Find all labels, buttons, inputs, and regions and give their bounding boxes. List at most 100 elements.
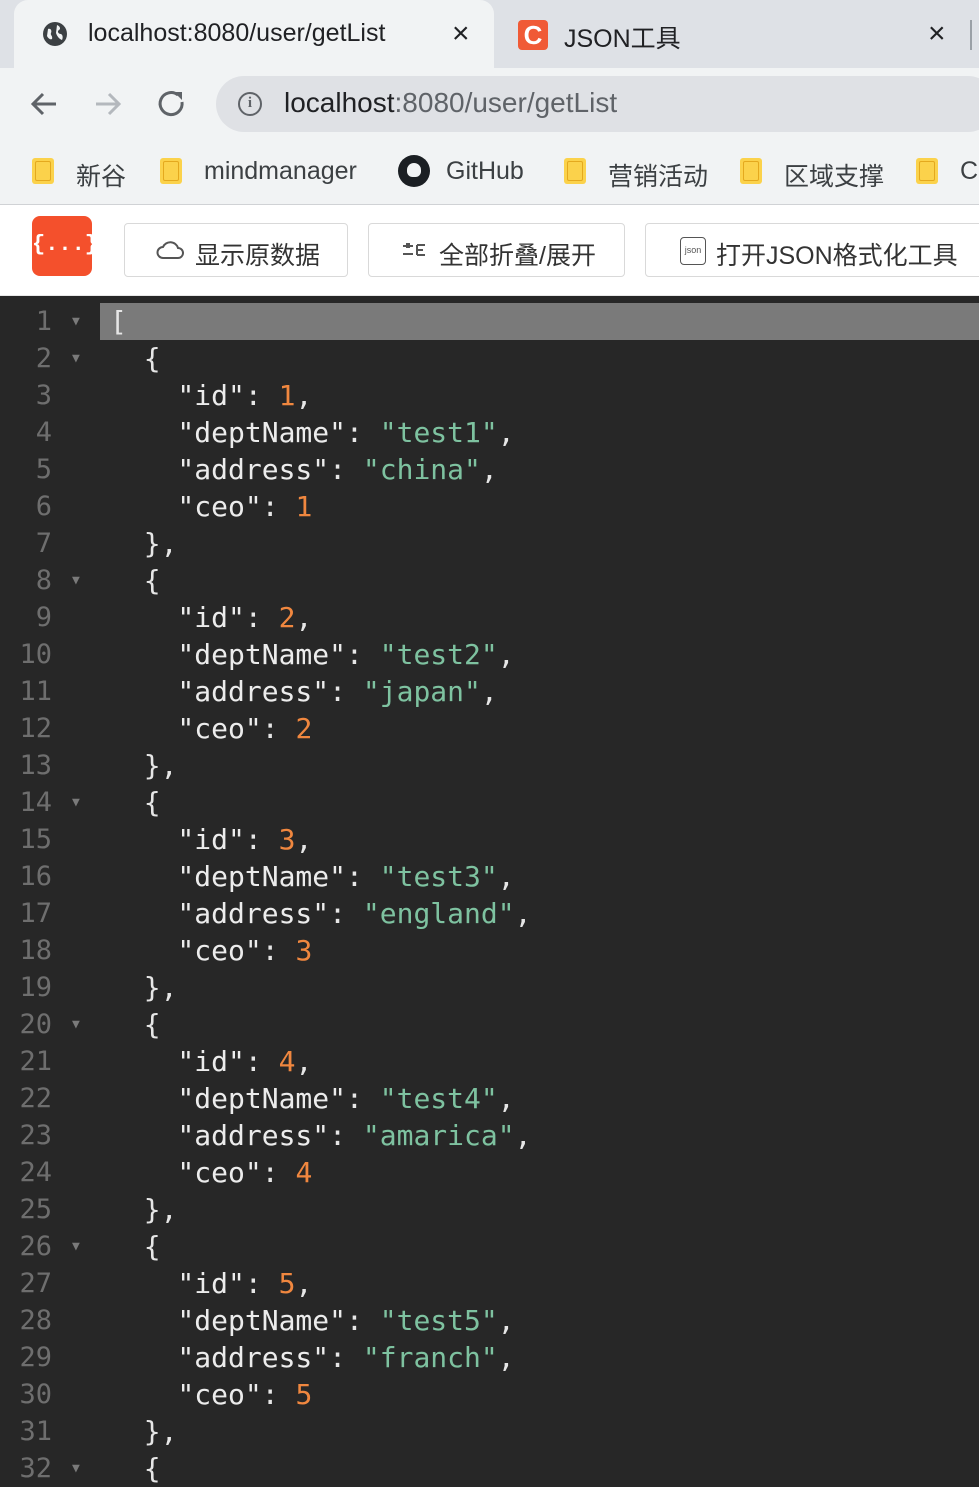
line-number: 28 bbox=[19, 1305, 52, 1336]
code-line: 7 }, bbox=[0, 525, 979, 562]
bookmark-label: Cl bbox=[960, 157, 979, 185]
fold-all-button[interactable]: 全部折叠/展开 bbox=[368, 223, 625, 277]
code-text: { bbox=[110, 1008, 161, 1041]
line-number: 18 bbox=[19, 935, 52, 966]
json-value: "test4" bbox=[379, 1082, 498, 1115]
json-value: "japan" bbox=[362, 675, 481, 708]
code-line: 16 "deptName": "test3", bbox=[0, 858, 979, 895]
open-formatter-button[interactable]: json 打开JSON格式化工具 bbox=[645, 223, 979, 277]
line-number: 2 bbox=[35, 343, 52, 374]
tab-title: JSON工具 bbox=[564, 25, 681, 53]
line-number: 10 bbox=[19, 639, 52, 670]
fold-toggle-icon[interactable]: ▼ bbox=[72, 303, 80, 340]
code-text: }, bbox=[110, 1193, 178, 1226]
line-number: 24 bbox=[19, 1157, 52, 1188]
url-host: localhost bbox=[284, 87, 395, 118]
tab-active[interactable]: localhost:8080/user/getList × bbox=[14, 0, 494, 68]
line-number: 6 bbox=[35, 491, 52, 522]
json-tool-bar: {...} 显示原数据 全部折叠/展开 json 打开JSON格式化工具 bbox=[0, 205, 979, 296]
folder-icon bbox=[564, 158, 586, 184]
fold-toggle-icon[interactable]: ▼ bbox=[72, 1006, 80, 1043]
line-number: 14 bbox=[19, 787, 52, 818]
code-text: "id": 1, bbox=[110, 379, 313, 412]
line-number: 3 bbox=[35, 380, 52, 411]
code-line: 1 ▼ [ bbox=[0, 303, 979, 340]
forward-arrow-icon[interactable] bbox=[84, 80, 132, 128]
csdn-icon: C bbox=[518, 20, 548, 50]
json-value: "test5" bbox=[379, 1304, 498, 1337]
code-line: 15 "id": 3, bbox=[0, 821, 979, 858]
code-text: }, bbox=[110, 1415, 178, 1448]
code-line: 30 "ceo": 5 bbox=[0, 1376, 979, 1413]
tab-json-tool[interactable]: C JSON工具 × bbox=[496, 0, 968, 68]
code-line: 21 "id": 4, bbox=[0, 1043, 979, 1080]
code-line: 8 ▼ { bbox=[0, 562, 979, 599]
show-raw-label: 显示原数据 bbox=[195, 242, 321, 270]
code-text: [ bbox=[100, 303, 979, 340]
line-number: 17 bbox=[19, 898, 52, 929]
code-text: "id": 2, bbox=[110, 601, 313, 634]
fold-toggle-icon[interactable]: ▼ bbox=[72, 1228, 80, 1265]
reload-icon[interactable] bbox=[148, 80, 196, 128]
fold-toggle-icon[interactable]: ▼ bbox=[72, 562, 80, 599]
line-number: 15 bbox=[19, 824, 52, 855]
line-number: 29 bbox=[19, 1342, 52, 1373]
code-text: "deptName": "test2", bbox=[110, 638, 515, 671]
url-path: :8080/user/getList bbox=[394, 87, 618, 118]
line-number: 16 bbox=[19, 861, 52, 892]
info-icon[interactable]: i bbox=[238, 92, 262, 116]
code-text: { bbox=[110, 1230, 161, 1263]
json-value: "franch" bbox=[362, 1341, 498, 1374]
json-value: 3 bbox=[278, 823, 296, 856]
code-text: "id": 3, bbox=[110, 823, 313, 856]
close-icon[interactable]: × bbox=[452, 14, 470, 54]
bookmark-label: 营销活动 bbox=[608, 163, 709, 191]
json-editor[interactable]: 1 ▼ [2 ▼ {3 "id": 1, 4 "deptName": "test1", 5… bbox=[0, 302, 979, 1485]
code-text: "deptName": "test1", bbox=[110, 416, 515, 449]
code-text: { bbox=[110, 342, 161, 375]
line-number: 25 bbox=[19, 1194, 52, 1225]
code-text: "address": "franch", bbox=[110, 1341, 515, 1374]
code-text: { bbox=[110, 1452, 161, 1485]
json-value: "test2" bbox=[379, 638, 498, 671]
code-line: 25 }, bbox=[0, 1191, 979, 1228]
code-text: }, bbox=[110, 749, 178, 782]
json-value: "england" bbox=[362, 897, 515, 930]
json-value: 5 bbox=[295, 1378, 313, 1411]
code-text: "ceo": 4 bbox=[110, 1156, 313, 1189]
code-line: 29 "address": "franch", bbox=[0, 1339, 979, 1376]
cloud-icon bbox=[155, 237, 185, 263]
line-number: 30 bbox=[19, 1379, 52, 1410]
code-line: 20 ▼ { bbox=[0, 1006, 979, 1043]
line-number: 13 bbox=[19, 750, 52, 781]
json-value: 1 bbox=[295, 490, 313, 523]
code-text: "ceo": 2 bbox=[110, 712, 313, 745]
close-icon[interactable]: × bbox=[928, 14, 946, 54]
fold-toggle-icon[interactable]: ▼ bbox=[72, 784, 80, 821]
folder-icon bbox=[740, 158, 762, 184]
code-line: 23 "address": "amarica", bbox=[0, 1117, 979, 1154]
address-bar[interactable]: i localhost:8080/user/getList bbox=[216, 76, 979, 132]
show-raw-button[interactable]: 显示原数据 bbox=[124, 223, 348, 277]
json-value: 2 bbox=[278, 601, 296, 634]
line-number: 7 bbox=[35, 528, 52, 559]
code-text: }, bbox=[110, 971, 178, 1004]
code-text: "address": "japan", bbox=[110, 675, 498, 708]
fold-toggle-icon[interactable]: ▼ bbox=[72, 1450, 80, 1487]
code-text: }, bbox=[110, 527, 178, 560]
code-line: 19 }, bbox=[0, 969, 979, 1006]
bookmark-label: 区域支撑 bbox=[784, 163, 885, 191]
json-value: "test1" bbox=[379, 416, 498, 449]
code-text: "id": 5, bbox=[110, 1267, 313, 1300]
fold-toggle-icon[interactable]: ▼ bbox=[72, 340, 80, 377]
code-line: 6 "ceo": 1 bbox=[0, 488, 979, 525]
code-line: 4 "deptName": "test1", bbox=[0, 414, 979, 451]
url-text: localhost:8080/user/getList bbox=[284, 87, 617, 119]
json-value: 2 bbox=[295, 712, 313, 745]
code-text: "address": "china", bbox=[110, 453, 498, 486]
bookmarks-bar: 新谷 mindmanager GitHub 营销活动 区域支撑 Cl bbox=[0, 140, 979, 205]
back-arrow-icon[interactable] bbox=[20, 80, 68, 128]
code-line: 17 "address": "england", bbox=[0, 895, 979, 932]
code-line: 9 "id": 2, bbox=[0, 599, 979, 636]
code-text: { bbox=[110, 786, 161, 819]
